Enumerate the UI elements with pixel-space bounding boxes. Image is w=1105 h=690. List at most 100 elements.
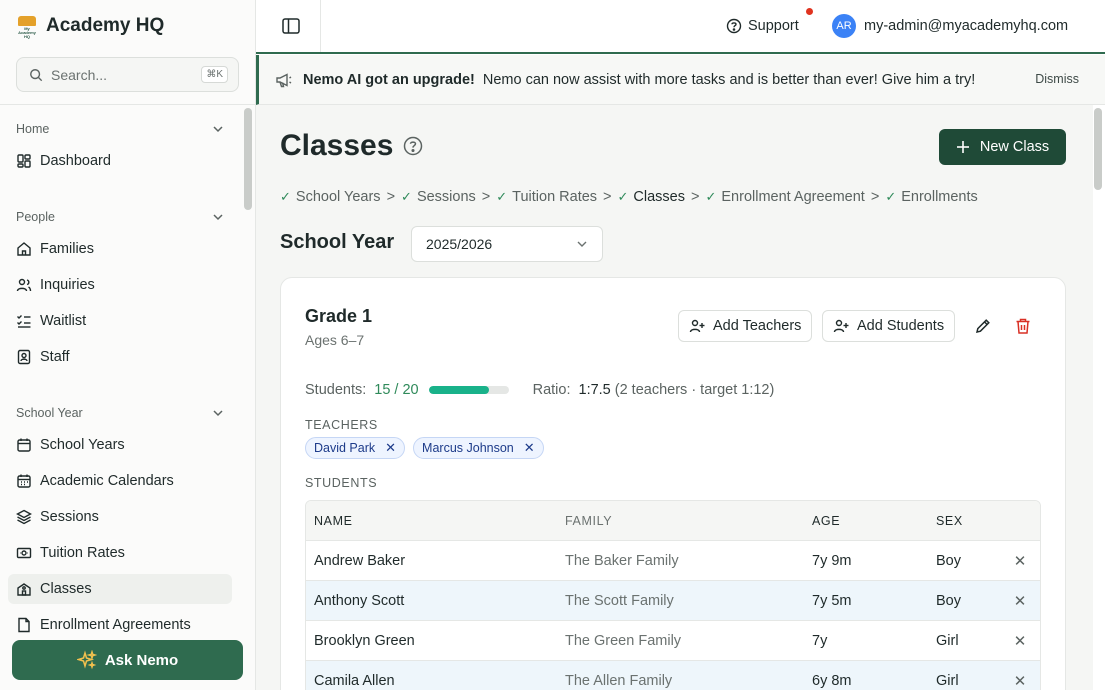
step-classes[interactable]: ✓ Classes <box>618 189 685 205</box>
class-ages: Ages 6–7 <box>305 332 365 348</box>
banner-title: Nemo AI got an upgrade! <box>303 71 475 88</box>
trash-icon[interactable] <box>1013 316 1033 336</box>
section-people[interactable]: People <box>16 207 224 227</box>
school-year-select[interactable]: 2025/2026 <box>411 226 603 262</box>
check-icon: ✓ <box>885 189 897 204</box>
check-icon: ✓ <box>705 189 717 204</box>
new-class-button[interactable]: New Class <box>939 129 1066 165</box>
setup-steps-breadcrumb: ✓ School Years > ✓ Sessions > ✓ Tuition Rat… <box>280 189 978 205</box>
remove-student-icon[interactable]: ✕ <box>1000 592 1040 610</box>
student-sex: Girl <box>936 672 959 689</box>
search-placeholder: Search... <box>51 66 108 83</box>
sidebar-item-label: Staff <box>40 349 70 365</box>
user-menu[interactable]: AR my-admin@myacademyhq.com <box>832 13 1068 39</box>
topbar: Support AR my-admin@myacademyhq.com <box>256 0 1105 54</box>
class-card: Grade 1 Ages 6–7 Add Teachers Add Studen… <box>280 277 1066 690</box>
support-button[interactable]: Support <box>726 14 799 38</box>
col-sex[interactable]: SEX <box>928 514 1000 528</box>
table-row[interactable]: Andrew Baker The Baker Family 7y 9m Boy … <box>306 541 1040 581</box>
chevron-down-icon <box>577 241 587 247</box>
help-circle-icon[interactable] <box>403 136 423 156</box>
section-school-year-title: School Year <box>16 406 83 420</box>
sidebar-item-label: School Years <box>40 437 125 453</box>
col-family[interactable]: FAMILY <box>557 514 804 528</box>
student-family: The Scott Family <box>565 592 674 609</box>
search-input[interactable]: Search... ⌘K <box>16 57 239 92</box>
sidebar-item-label: Waitlist <box>40 313 87 329</box>
ask-nemo-button[interactable]: Ask Nemo <box>12 640 243 680</box>
table-row[interactable]: Anthony Scott The Scott Family 7y 5m Boy… <box>306 581 1040 621</box>
table-row[interactable]: Brooklyn Green The Green Family 7y Girl … <box>306 621 1040 661</box>
remove-icon[interactable]: ✕ <box>524 440 535 456</box>
add-teachers-label: Add Teachers <box>713 318 802 334</box>
section-home[interactable]: Home <box>16 119 224 139</box>
user-email: my-admin@myacademyhq.com <box>864 18 1069 34</box>
dismiss-button[interactable]: Dismiss <box>1035 72 1079 86</box>
school-icon <box>17 583 31 596</box>
student-age: 7y <box>812 632 828 649</box>
sidebar-item-school-years[interactable]: School Years <box>8 430 232 460</box>
step-enrollment-agreement[interactable]: ✓ Enrollment Agreement <box>705 189 864 205</box>
section-people-title: People <box>16 210 55 224</box>
help-circle-icon <box>726 18 742 34</box>
sidebar-item-label: Dashboard <box>40 153 111 169</box>
pencil-icon[interactable] <box>973 316 993 336</box>
sidebar-item-inquiries[interactable]: Inquiries <box>8 270 232 300</box>
sidebar-item-enrollment-agreements[interactable]: Enrollment Agreements <box>8 610 232 635</box>
search-icon <box>30 68 43 81</box>
step-enrollments[interactable]: ✓ Enrollments <box>885 189 977 205</box>
class-name: Grade 1 <box>305 306 373 326</box>
teacher-name: David Park <box>314 441 376 455</box>
teacher-name: Marcus Johnson <box>422 441 514 455</box>
ratio-value: 1:7.5 <box>578 382 611 398</box>
plus-icon <box>956 141 969 153</box>
remove-student-icon[interactable]: ✕ <box>1000 632 1040 650</box>
sidebar-item-label: Inquiries <box>40 277 95 293</box>
teacher-chips: David Park ✕ Marcus Johnson ✕ <box>305 437 544 459</box>
step-separator: > <box>870 189 880 205</box>
main-content: Classes New Class ✓ School Years > ✓ Sessi… <box>256 105 1093 690</box>
step-school-years[interactable]: ✓ School Years <box>280 189 381 205</box>
step-separator: > <box>481 189 491 205</box>
student-age: 7y 5m <box>812 592 852 609</box>
students-label: Students: <box>305 382 367 398</box>
teacher-chip: David Park ✕ <box>305 437 406 459</box>
sidebar-item-classes[interactable]: Classes <box>8 574 232 604</box>
student-name: Andrew Baker <box>314 552 406 569</box>
chevron-down-icon <box>213 214 223 221</box>
brand[interactable]: My Academy HQ Academy HQ <box>16 12 164 40</box>
sidebar-scrollbar[interactable] <box>244 108 252 210</box>
add-teachers-button[interactable]: Add Teachers <box>678 310 813 342</box>
student-name: Camila Allen <box>314 672 395 689</box>
col-age[interactable]: AGE <box>804 514 928 528</box>
money-icon <box>16 547 32 559</box>
sidebar-item-sessions[interactable]: Sessions <box>8 502 232 532</box>
step-separator: > <box>603 189 612 205</box>
remove-icon[interactable]: ✕ <box>385 440 396 456</box>
sidebar-item-academic-calendars[interactable]: Academic Calendars <box>8 466 232 496</box>
students-table: NAME FAMILY AGE SEX Andrew Baker The Bak… <box>305 500 1041 690</box>
students-count: 15 / 20 <box>374 382 419 398</box>
main-scrollbar[interactable] <box>1094 108 1102 190</box>
student-sex: Boy <box>936 592 961 609</box>
sidebar-item-tuition-rates[interactable]: Tuition Rates <box>8 538 232 568</box>
remove-student-icon[interactable]: ✕ <box>1000 672 1040 690</box>
announcement-banner: Nemo AI got an upgrade! Nemo can now ass… <box>256 55 1105 105</box>
sidebar-item-dashboard[interactable]: Dashboard <box>8 146 232 176</box>
col-name[interactable]: NAME <box>306 514 557 528</box>
remove-student-icon[interactable]: ✕ <box>1000 552 1040 570</box>
ask-nemo-label: Ask Nemo <box>104 651 179 669</box>
search-shortcut: ⌘K <box>201 66 228 83</box>
ratio-label: Ratio: <box>532 382 571 398</box>
section-school-year[interactable]: School Year <box>16 403 224 423</box>
sidebar-toggle-icon[interactable] <box>280 15 302 37</box>
table-row[interactable]: Camila Allen The Allen Family 6y 8m Girl… <box>306 661 1040 690</box>
sidebar-item-families[interactable]: Families <box>8 234 232 264</box>
sidebar-item-staff[interactable]: Staff <box>8 342 232 372</box>
add-students-button[interactable]: Add Students <box>822 310 956 342</box>
sidebar-item-waitlist[interactable]: Waitlist <box>8 306 232 336</box>
step-tuition-rates[interactable]: ✓ Tuition Rates <box>496 189 597 205</box>
step-sessions[interactable]: ✓ Sessions <box>401 189 476 205</box>
section-home-title: Home <box>16 122 50 136</box>
academy-logo-icon: My Academy HQ <box>16 14 38 39</box>
